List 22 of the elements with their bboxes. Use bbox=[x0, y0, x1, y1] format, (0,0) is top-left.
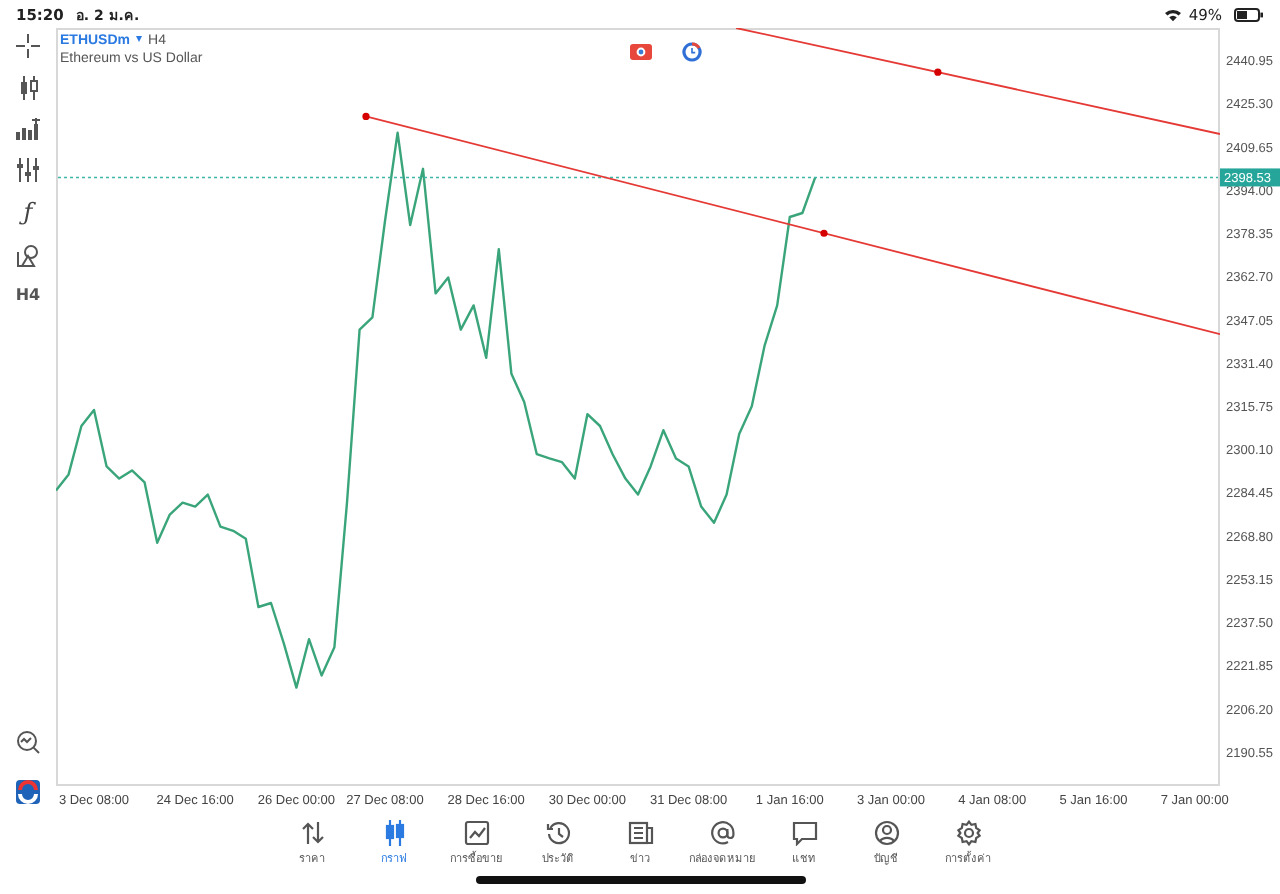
history-icon bbox=[545, 820, 571, 846]
user-circle-icon bbox=[873, 820, 899, 846]
sliders-icon[interactable] bbox=[16, 158, 40, 182]
battery-icon bbox=[1234, 7, 1264, 21]
clock-icon[interactable] bbox=[682, 42, 702, 62]
crosshair-icon[interactable] bbox=[16, 34, 40, 58]
camera-icon[interactable] bbox=[630, 44, 652, 60]
chart-search-icon[interactable] bbox=[16, 730, 40, 754]
candlestick-icon[interactable] bbox=[17, 76, 39, 100]
chat-bubble-icon bbox=[791, 820, 817, 846]
app-logo-icon[interactable] bbox=[16, 780, 40, 804]
indicators-icon[interactable] bbox=[16, 118, 40, 140]
candlestick-icon bbox=[381, 820, 407, 846]
settings-icon bbox=[955, 820, 981, 846]
timeframe-button[interactable]: H4 bbox=[15, 286, 41, 304]
up-down-arrows-icon bbox=[299, 820, 325, 846]
function-button[interactable]: ƒ bbox=[23, 200, 33, 226]
newspaper-icon bbox=[627, 820, 653, 846]
wifi-icon bbox=[1164, 7, 1183, 21]
shapes-icon[interactable] bbox=[16, 244, 40, 268]
at-sign-icon bbox=[709, 820, 735, 846]
line-chart-icon bbox=[463, 820, 489, 846]
